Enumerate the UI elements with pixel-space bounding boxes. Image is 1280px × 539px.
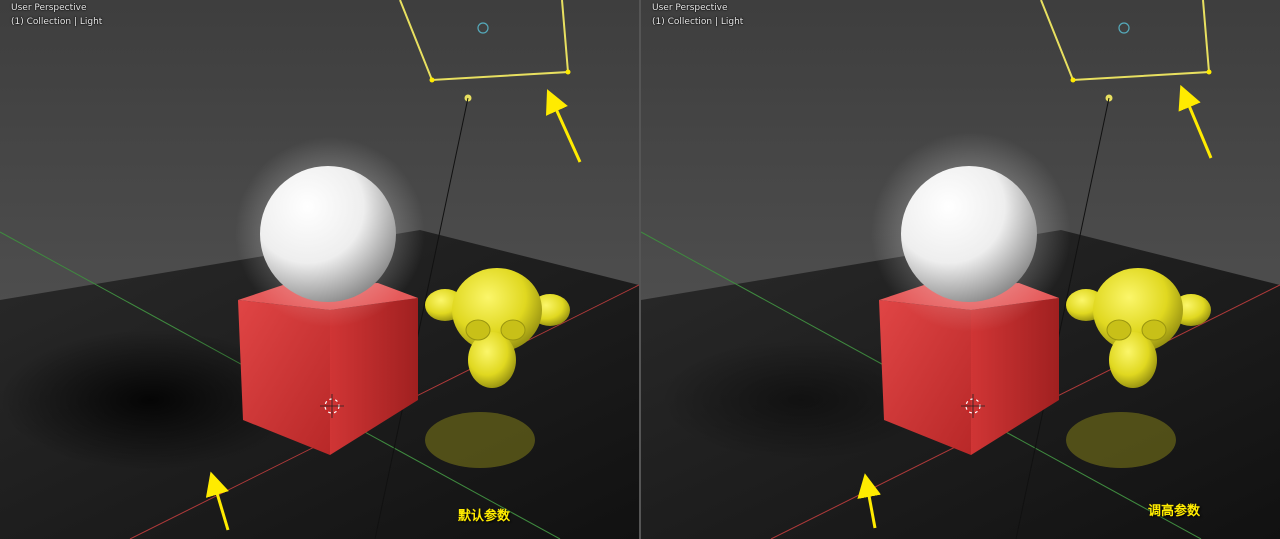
view-mode-label: User Perspective bbox=[652, 3, 728, 13]
collection-label: (1) Collection | Light bbox=[11, 17, 103, 27]
caption-increased-params: 调高参数 bbox=[1148, 504, 1201, 519]
viewport-left[interactable]: User Perspective (1) Collection | Light … bbox=[0, 0, 639, 539]
scene-render[interactable] bbox=[641, 0, 1280, 539]
scene-render[interactable] bbox=[0, 0, 639, 539]
collection-label: (1) Collection | Light bbox=[652, 17, 744, 27]
monkey-reflection bbox=[1066, 412, 1176, 468]
view-mode-label: User Perspective bbox=[11, 3, 87, 13]
viewport-right[interactable]: User Perspective (1) Collection | Light … bbox=[641, 0, 1280, 539]
white-sphere bbox=[260, 166, 396, 302]
caption-default-params: 默认参数 bbox=[458, 509, 511, 524]
white-sphere bbox=[901, 166, 1037, 302]
monkey-reflection bbox=[425, 412, 535, 468]
